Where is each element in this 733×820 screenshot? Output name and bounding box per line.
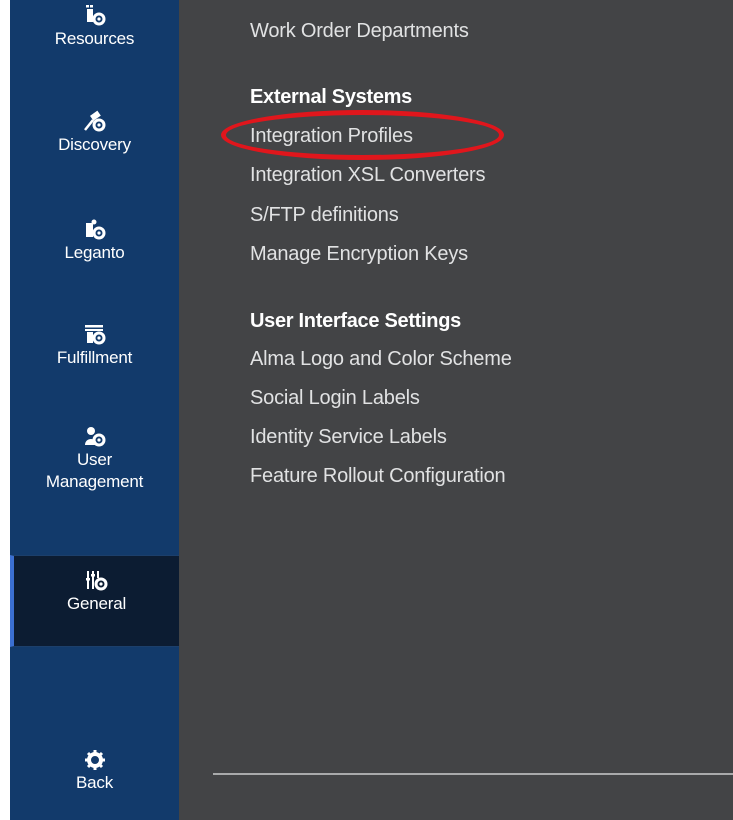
configuration-menu-panel: Work Order Departments External Systems … [179,0,733,820]
menu-link-integration-xsl-converters[interactable]: Integration XSL Converters [250,162,486,188]
sidebar-item-label: Discovery [58,135,131,154]
sidebar-item-leganto[interactable]: Leganto [10,218,179,264]
user-management-icon [84,427,105,447]
sidebar-item-label: General [66,594,127,613]
back-icon [84,750,105,770]
sidebar-item-label-line1: User [76,450,113,469]
menu-link-identity-service-labels[interactable]: Identity Service Labels [250,424,447,450]
panel-divider [213,773,733,775]
menu-link-manage-encryption-keys[interactable]: Manage Encryption Keys [250,241,468,267]
sidebar-item-fulfillment[interactable]: Fulfillment [10,323,179,369]
sidebar-item-discovery[interactable]: Discovery [10,110,179,156]
menu-link-work-order-departments[interactable]: Work Order Departments [250,18,469,44]
section-heading-user-interface-settings: User Interface Settings [250,310,461,332]
sidebar-item-user-management[interactable]: User Management [10,425,179,493]
sidebar-item-label: Leganto [64,243,125,262]
menu-link-alma-logo-color-scheme[interactable]: Alma Logo and Color Scheme [250,346,512,372]
menu-link-feature-rollout-configuration[interactable]: Feature Rollout Configuration [250,463,506,489]
section-heading-external-systems: External Systems [250,86,412,108]
leganto-icon [85,219,105,240]
sidebar-item-label: Fulfillment [56,348,133,367]
general-icon [85,571,107,591]
fulfillment-icon [84,325,105,345]
sidebar-nav: Resources Discovery Leganto Fulfillment [10,0,179,820]
sidebar-item-back[interactable]: Back [10,748,179,794]
discovery-icon [83,110,105,132]
menu-link-integration-profiles[interactable]: Integration Profiles [250,123,413,149]
sidebar-item-label: Resources [54,29,135,48]
resources-icon [85,5,105,26]
sidebar-item-label-line2: Management [45,472,144,491]
menu-link-social-login-labels[interactable]: Social Login Labels [250,385,420,411]
menu-link-sftp-definitions[interactable]: S/FTP definitions [250,202,399,228]
sidebar-item-general[interactable]: General [10,555,179,647]
sidebar-item-resources[interactable]: Resources [10,4,179,50]
sidebar-item-label: Back [76,773,113,792]
